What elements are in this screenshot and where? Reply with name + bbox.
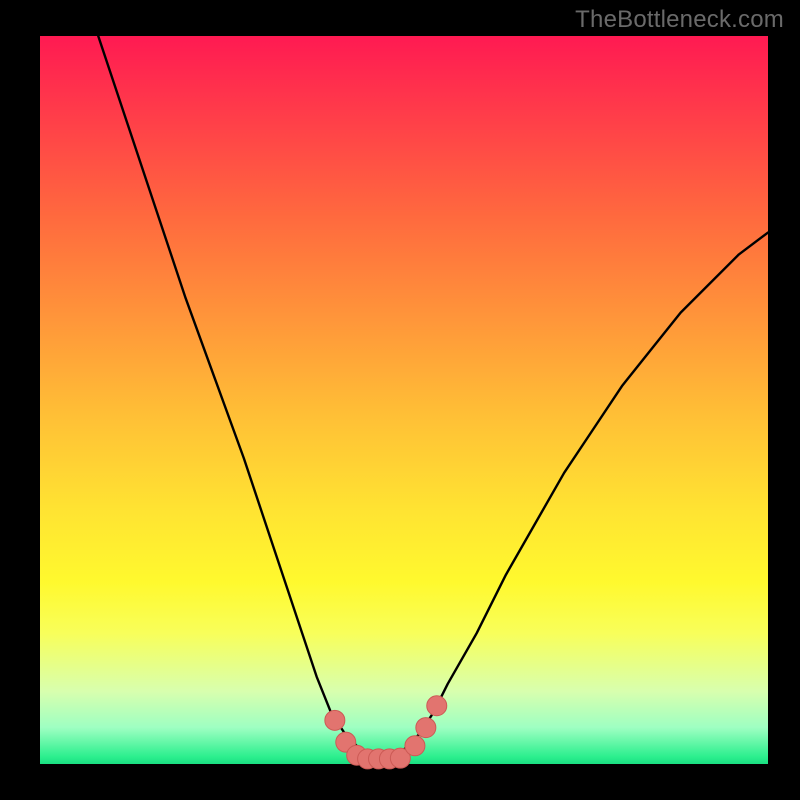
curve-marker bbox=[427, 696, 447, 716]
curve-marker bbox=[405, 736, 425, 756]
chart-frame: TheBottleneck.com bbox=[0, 0, 800, 800]
plot-area bbox=[40, 36, 768, 764]
curve-markers bbox=[325, 696, 447, 769]
bottleneck-curve bbox=[98, 36, 768, 757]
curve-marker bbox=[325, 710, 345, 730]
watermark-text: TheBottleneck.com bbox=[575, 6, 784, 34]
bottleneck-curve-svg bbox=[40, 36, 768, 764]
curve-marker bbox=[416, 718, 436, 738]
